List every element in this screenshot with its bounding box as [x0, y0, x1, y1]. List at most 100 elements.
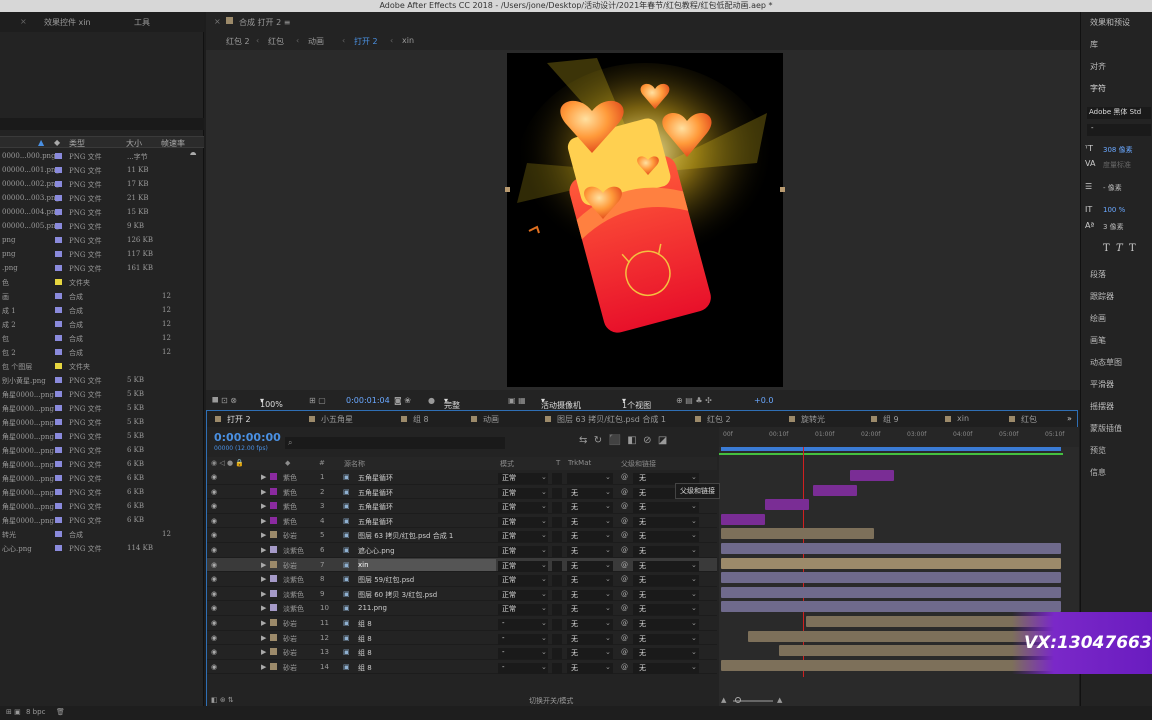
exposure-value[interactable]: +0.0: [754, 396, 773, 405]
pickwhip-icon[interactable]: @: [621, 473, 628, 481]
font-style-dropdown[interactable]: -: [1087, 124, 1151, 136]
label-swatch[interactable]: [55, 195, 62, 201]
zoom-dropdown[interactable]: 100% ▾: [260, 396, 283, 409]
preserve-transparency-toggle[interactable]: [552, 487, 562, 499]
project-list-item[interactable]: 00000...001.png PNG 文件 11 KB: [0, 163, 204, 177]
panel-item[interactable]: 预览: [1090, 445, 1106, 456]
preserve-transparency-toggle[interactable]: [552, 633, 562, 645]
layer-row[interactable]: ◉ ▶ 淡紫色 6 ▣ 遮心心.png 正常 ⌄ 无 ⌄ @ 无 ⌄: [207, 543, 717, 558]
pickwhip-icon[interactable]: @: [621, 590, 628, 598]
sort-icon[interactable]: ▲: [38, 138, 44, 147]
layer-duration-bar[interactable]: [812, 484, 857, 496]
panel-item[interactable]: 平滑器: [1090, 379, 1114, 390]
font-size-value[interactable]: 308 像素: [1103, 145, 1133, 155]
visibility-icon[interactable]: ◉: [211, 634, 217, 642]
layer-duration-bar[interactable]: [721, 659, 1061, 671]
layer-duration-bar[interactable]: [721, 528, 874, 540]
label-swatch[interactable]: [55, 349, 62, 355]
layer-name[interactable]: 211.png: [358, 604, 387, 612]
visibility-icon[interactable]: ◉: [211, 473, 217, 481]
expand-arrow-icon[interactable]: ▶: [261, 590, 266, 598]
label-swatch[interactable]: [270, 648, 277, 656]
layer-row[interactable]: ◉ ▶ 砂岩 14 ▣ 组 8 - ⌄ 无 ⌄ @ 无 ⌄: [207, 660, 717, 675]
label-swatch[interactable]: [55, 475, 62, 481]
close-icon[interactable]: ×: [214, 17, 221, 26]
tab-tools[interactable]: 工具: [134, 17, 150, 28]
column-fps[interactable]: 帧速率: [161, 138, 185, 149]
project-list-item[interactable]: 角星0000...png PNG 文件 6 KB: [0, 499, 204, 513]
timeline-tab[interactable]: 打开 2: [227, 414, 251, 425]
expand-arrow-icon[interactable]: ▶: [261, 561, 266, 569]
project-list-item[interactable]: 别小黄星.png PNG 文件 5 KB: [0, 373, 204, 387]
layer-row[interactable]: ◉ ▶ 砂岩 7 ▣ xin 正常 ⌄ 无 ⌄ @ 无 ⌄: [207, 557, 717, 573]
layer-row[interactable]: ◉ ▶ 砂岩 13 ▣ 组 8 - ⌄ 无 ⌄ @ 无 ⌄: [207, 645, 717, 660]
resolution-dropdown[interactable]: 完整 ▾: [444, 396, 460, 410]
project-list-item[interactable]: png PNG 文件 126 KB: [0, 233, 204, 247]
expand-arrow-icon[interactable]: ▶: [261, 488, 266, 496]
leading-value[interactable]: - 像素: [1103, 183, 1122, 193]
timeline-tab[interactable]: 组 9: [883, 414, 899, 425]
label-swatch[interactable]: [270, 546, 277, 553]
label-swatch[interactable]: [270, 589, 277, 597]
pickwhip-icon[interactable]: @: [621, 663, 628, 671]
label-swatch[interactable]: [270, 531, 277, 539]
pickwhip-icon[interactable]: @: [621, 604, 628, 612]
text-style-buttons[interactable]: T T T: [1103, 243, 1136, 254]
label-swatch[interactable]: [270, 619, 277, 626]
timeline-tab[interactable]: 红包: [1021, 414, 1037, 425]
label-swatch[interactable]: [270, 516, 277, 524]
label-swatch[interactable]: [55, 461, 62, 467]
expand-arrow-icon[interactable]: ▶: [261, 517, 266, 525]
expand-arrow-icon[interactable]: ▶: [261, 619, 266, 627]
label-swatch[interactable]: [270, 604, 277, 612]
timecode-display[interactable]: 0:00:01:04: [346, 396, 390, 405]
pickwhip-icon[interactable]: @: [621, 575, 628, 583]
preserve-transparency-toggle[interactable]: [552, 531, 562, 543]
project-list-item[interactable]: 00000...004.png PNG 文件 15 KB: [0, 205, 204, 219]
project-list-item[interactable]: 角星0000...png PNG 文件 5 KB: [0, 387, 204, 401]
grid-icon[interactable]: ⊞ ▢: [309, 396, 326, 405]
label-swatch[interactable]: [55, 307, 62, 313]
expand-arrow-icon[interactable]: ▶: [261, 634, 266, 642]
visibility-icon[interactable]: ◉ ◁ ● 🔒: [211, 459, 244, 467]
label-swatch[interactable]: [55, 503, 62, 509]
visibility-icon[interactable]: ◉: [211, 488, 217, 496]
timeline-switches-icons[interactable]: ⇆ ↻ ⬛ ◧ ⊘ ◪: [579, 435, 667, 446]
layer-name[interactable]: xin: [358, 558, 496, 571]
project-list-item[interactable]: 转光 合成 12: [0, 527, 204, 541]
tracking-dropdown[interactable]: 度量标准: [1103, 160, 1131, 170]
visibility-icon[interactable]: ◉: [211, 663, 217, 671]
breadcrumb-item[interactable]: 红包 2: [226, 36, 250, 47]
project-search-input[interactable]: [0, 118, 204, 130]
column-parent[interactable]: 父级和链接: [621, 459, 656, 469]
layer-name[interactable]: 组 8: [358, 634, 372, 644]
layer-duration-bar[interactable]: [765, 499, 810, 511]
project-list-item[interactable]: .png PNG 文件 161 KB: [0, 261, 204, 275]
label-swatch[interactable]: [55, 363, 62, 369]
label-swatch[interactable]: [55, 517, 62, 523]
label-swatch[interactable]: [55, 279, 62, 285]
project-list-item[interactable]: 心心.png PNG 文件 114 KB: [0, 541, 204, 555]
roi-icon[interactable]: ▣ ▦: [508, 396, 526, 405]
transform-handle[interactable]: [505, 187, 510, 192]
expand-arrow-icon[interactable]: ▶: [261, 663, 266, 671]
preserve-transparency-toggle[interactable]: [552, 589, 562, 601]
project-list-item[interactable]: 角星0000...png PNG 文件 6 KB: [0, 457, 204, 471]
label-swatch[interactable]: [55, 335, 62, 341]
label-swatch[interactable]: [55, 405, 62, 411]
panel-item[interactable]: 跟踪器: [1090, 291, 1114, 302]
layer-name[interactable]: 图层 63 拷贝/红包.psd 合成 1: [358, 531, 453, 541]
project-list-item[interactable]: 成 2 合成 12: [0, 317, 204, 331]
label-swatch[interactable]: [270, 473, 277, 480]
timeline-tab[interactable]: 红包 2: [707, 414, 731, 425]
panel-item[interactable]: 对齐: [1090, 61, 1106, 72]
views-dropdown[interactable]: 1个视图 ▾: [622, 396, 651, 410]
project-list-item[interactable]: 0000...000.png PNG 文件 ...字节: [0, 149, 204, 163]
timeline-tab[interactable]: 组 8: [413, 414, 429, 425]
baseline-value[interactable]: 3 像素: [1103, 222, 1124, 232]
layer-duration-bar[interactable]: [721, 601, 1061, 613]
visibility-icon[interactable]: ◉: [211, 546, 217, 554]
expand-arrow-icon[interactable]: ▶: [261, 575, 266, 583]
preserve-transparency-toggle[interactable]: [552, 604, 562, 616]
pickwhip-icon[interactable]: @: [621, 619, 628, 627]
